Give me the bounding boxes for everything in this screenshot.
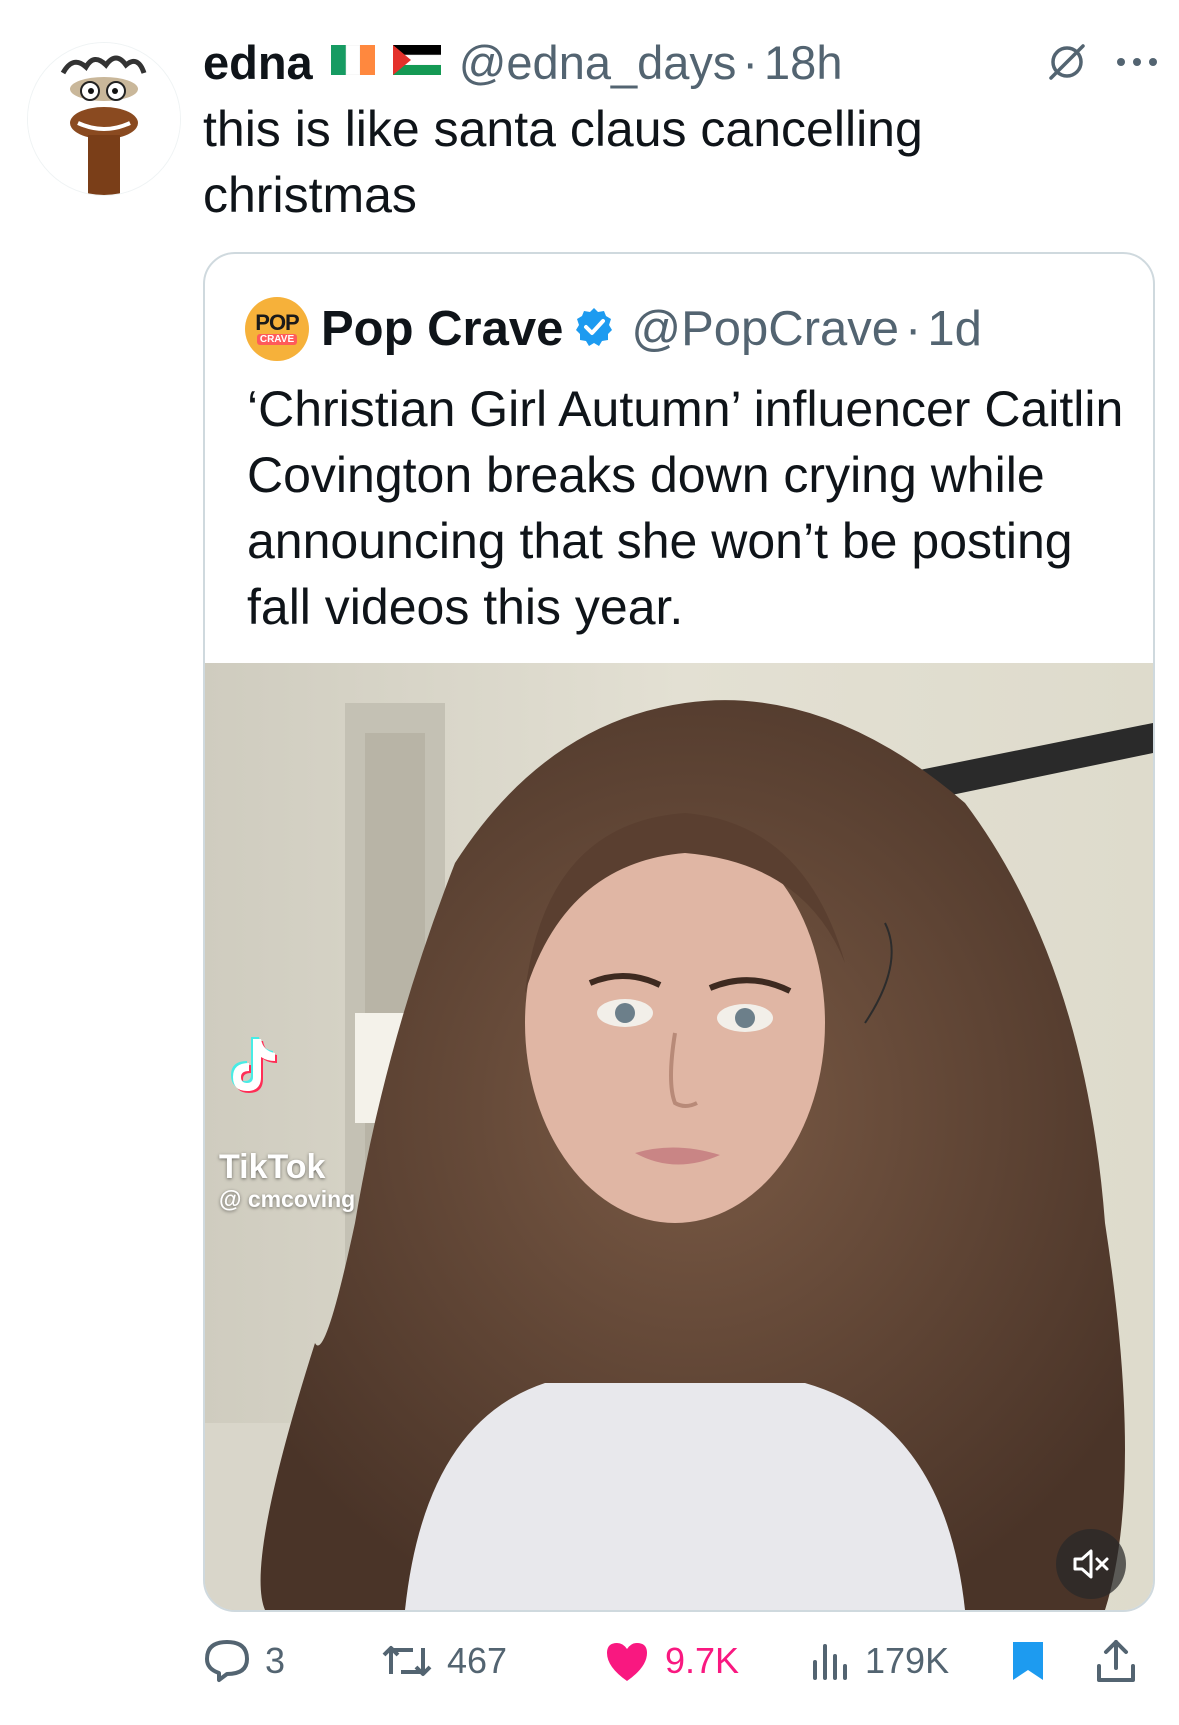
handle[interactable]: @edna_days [459,36,737,89]
handle-and-time[interactable]: @edna_days · 18h [459,35,843,90]
quoted-tweet[interactable]: POP CRAVE Pop Crave @PopCrave · 1d ‘Christ… [203,252,1155,1612]
quoted-timestamp[interactable]: 1d [927,302,982,356]
timestamp[interactable]: 18h [764,36,842,89]
views-button[interactable]: 179K [809,1636,949,1686]
popcrave-logo-top: POP [255,310,299,335]
display-name[interactable]: edna [203,35,313,90]
quoted-handle[interactable]: @PopCrave [631,302,899,356]
grok-icon[interactable] [1045,40,1089,89]
quoted-handle-and-time[interactable]: @PopCrave · 1d [631,301,981,357]
reply-icon [205,1640,249,1682]
popcrave-logo-bottom: CRAVE [256,334,298,345]
quoted-display-name[interactable]: Pop Crave [321,301,563,357]
reply-button[interactable]: 3 [203,1636,285,1686]
video-frame [205,663,1153,1610]
flag-palestine-icon [392,44,441,80]
like-count: 9.7K [665,1640,740,1681]
tweet-top-icons [1045,40,1159,89]
heart-filled-icon [607,1643,647,1681]
share-button[interactable] [1095,1636,1137,1686]
action-bar: 3 467 9.7K 179K [203,1636,1153,1686]
tiktok-username: @ cmcoving [219,1186,356,1212]
tweet-text: this is like santa claus cancelling chri… [203,101,923,223]
avatar[interactable] [27,42,181,196]
view-count: 179K [865,1640,950,1681]
quoted-header: POP CRAVE Pop Crave @PopCrave · 1d [245,294,982,364]
flag-ireland-icon [330,44,375,80]
muted-speaker-icon [1073,1549,1109,1579]
views-chart-icon [813,1644,847,1680]
retweet-icon [382,1646,432,1676]
popcrave-avatar[interactable]: POP CRAVE [245,297,309,361]
verified-badge-icon [573,306,615,353]
mute-button[interactable] [1056,1529,1126,1599]
avatar-image [28,43,180,195]
tiktok-watermark: TikTok [219,1148,326,1186]
reply-count: 3 [265,1640,286,1681]
bookmark-filled-icon [1013,1642,1043,1680]
video-player[interactable]: TikTok @ cmcoving [205,663,1153,1610]
retweet-button[interactable]: 467 [381,1636,507,1686]
bookmark-button[interactable] [1009,1636,1047,1686]
like-button[interactable]: 9.7K [603,1636,739,1686]
share-icon [1097,1640,1135,1682]
more-options-icon[interactable] [1115,55,1159,74]
tiktok-logo-icon [219,1033,283,1102]
quoted-text: ‘Christian Girl Autumn’ influencer Caitl… [247,381,1124,635]
retweet-count: 467 [447,1640,508,1681]
separator: · [742,35,759,89]
quoted-separator: · [905,302,922,356]
tweet-header: edna @edna_days · 18h [203,32,842,92]
